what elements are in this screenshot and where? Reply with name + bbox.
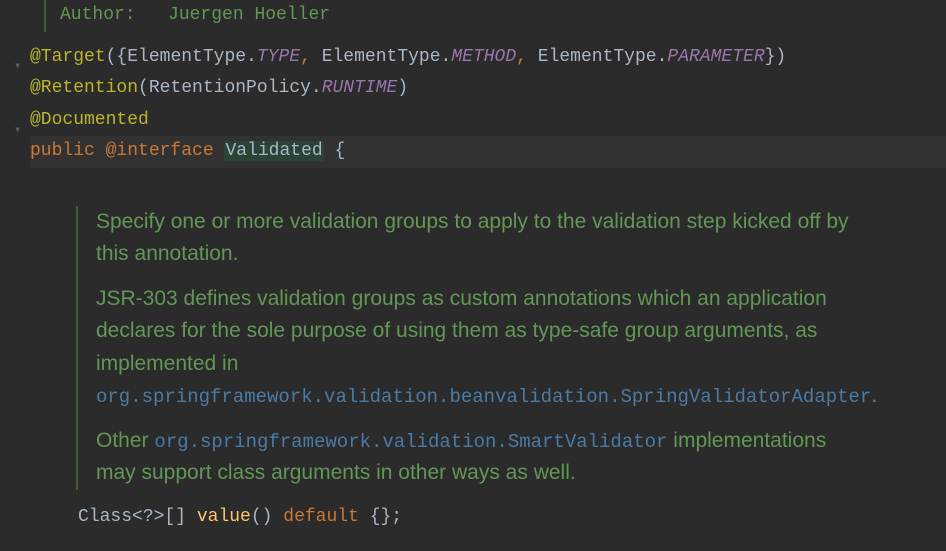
- doc-code-ref: org.springframework.validation.beanvalid…: [96, 386, 871, 408]
- author-name: Juergen Hoeller: [168, 5, 330, 25]
- documented-annotation-line: @Documented: [30, 105, 946, 137]
- default-value: {};: [359, 507, 402, 527]
- target-annotation-line: @Target({ElementType.TYPE, ElementType.M…: [30, 42, 946, 74]
- method-name: value: [197, 507, 251, 527]
- public-keyword: public: [30, 141, 95, 161]
- annotation-target: @Target: [30, 47, 106, 67]
- doc-text: .: [871, 384, 877, 407]
- fold-icon[interactable]: ▾: [14, 56, 21, 77]
- element-type-ref: ElementType: [538, 47, 657, 67]
- class-name: Validated: [224, 141, 323, 161]
- javadoc-author-line: Author: Juergen Hoeller: [44, 0, 946, 32]
- spacer: [30, 168, 946, 196]
- annotation-documented: @Documented: [30, 110, 149, 130]
- runtime-const: RUNTIME: [322, 78, 398, 98]
- code-content[interactable]: Author: Juergen Hoeller @Target({Element…: [28, 0, 946, 551]
- spacer: [30, 32, 946, 42]
- class-declaration-line: public @interface Validated {: [30, 136, 946, 168]
- retention-annotation-line: @Retention(RetentionPolicy.RUNTIME): [30, 73, 946, 105]
- javadoc-paragraph: Other org.springframework.validation.Sma…: [96, 425, 856, 490]
- code-editor[interactable]: ▾ ▾ Author: Juergen Hoeller @Target({Ele…: [0, 0, 946, 551]
- element-type-ref: ElementType: [322, 47, 441, 67]
- paren: ): [397, 78, 408, 98]
- retention-policy-ref: RetentionPolicy: [149, 78, 311, 98]
- type-const: TYPE: [257, 47, 300, 67]
- generic-brackets: <?>[]: [132, 507, 186, 527]
- default-keyword: default: [283, 507, 359, 527]
- javadoc-paragraph: JSR-303 defines validation groups as cus…: [96, 283, 856, 413]
- interface-keyword: @interface: [106, 141, 214, 161]
- method-const: METHOD: [451, 47, 516, 67]
- author-label: Author:: [60, 5, 136, 25]
- doc-text: JSR-303 defines validation groups as cus…: [96, 287, 827, 375]
- method-declaration-line: Class<?>[] value() default {};: [30, 502, 946, 534]
- javadoc-block: Specify one or more validation groups to…: [76, 206, 946, 490]
- annotation-retention: @Retention: [30, 78, 138, 98]
- paren: }): [765, 47, 787, 67]
- editor-gutter: ▾ ▾: [0, 0, 28, 551]
- paren: (: [138, 78, 149, 98]
- javadoc-paragraph: Specify one or more validation groups to…: [96, 206, 856, 271]
- brace: {: [324, 141, 346, 161]
- parameter-const: PARAMETER: [667, 47, 764, 67]
- paren: ({: [106, 47, 128, 67]
- doc-code-ref: org.springframework.validation.SmartVali…: [154, 431, 667, 453]
- doc-text: Other: [96, 429, 154, 452]
- element-type-ref: ElementType: [127, 47, 246, 67]
- class-type: Class: [78, 507, 132, 527]
- fold-icon[interactable]: ▾: [14, 120, 21, 141]
- parens: (): [251, 507, 273, 527]
